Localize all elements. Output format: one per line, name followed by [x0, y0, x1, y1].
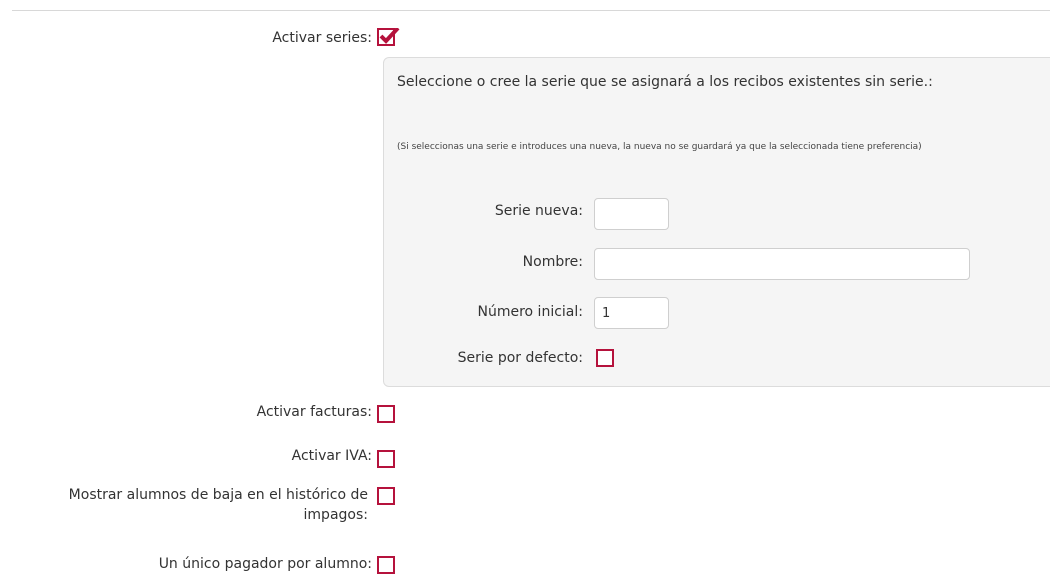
start-number-input[interactable] — [594, 297, 669, 329]
single-payer-checkbox[interactable] — [377, 556, 395, 574]
activate-invoices-label: Activar facturas: — [256, 404, 372, 420]
activate-series-checkbox[interactable] — [377, 28, 400, 46]
show-dropped-students-checkbox[interactable] — [377, 487, 395, 505]
name-input[interactable] — [594, 248, 970, 280]
series-panel: Seleccione o cree la serie que se asigna… — [383, 57, 1050, 387]
show-dropped-students-label: Mostrar alumnos de baja en el histórico … — [68, 487, 368, 523]
activate-series-label: Activar series: — [272, 30, 372, 46]
default-series-checkbox[interactable] — [596, 349, 614, 367]
series-panel-note: (Si seleccionas una serie e introduces u… — [397, 142, 922, 152]
series-panel-title: Seleccione o cree la serie que se asigna… — [397, 74, 933, 90]
new-series-input[interactable] — [594, 198, 669, 230]
activate-invoices-checkbox[interactable] — [377, 405, 395, 423]
default-series-label: Serie por defecto: — [457, 350, 583, 366]
start-number-label: Número inicial: — [477, 304, 584, 320]
top-divider — [12, 10, 1050, 11]
new-series-label: Serie nueva: — [494, 203, 583, 219]
settings-form: Activar series: Seleccione o cree la ser… — [0, 0, 1050, 577]
activate-vat-label: Activar IVA: — [291, 448, 372, 464]
activate-vat-checkbox[interactable] — [377, 450, 395, 468]
checkmark-icon — [379, 28, 400, 44]
name-label: Nombre: — [522, 254, 583, 270]
single-payer-label: Un único pagador por alumno: — [158, 556, 372, 572]
